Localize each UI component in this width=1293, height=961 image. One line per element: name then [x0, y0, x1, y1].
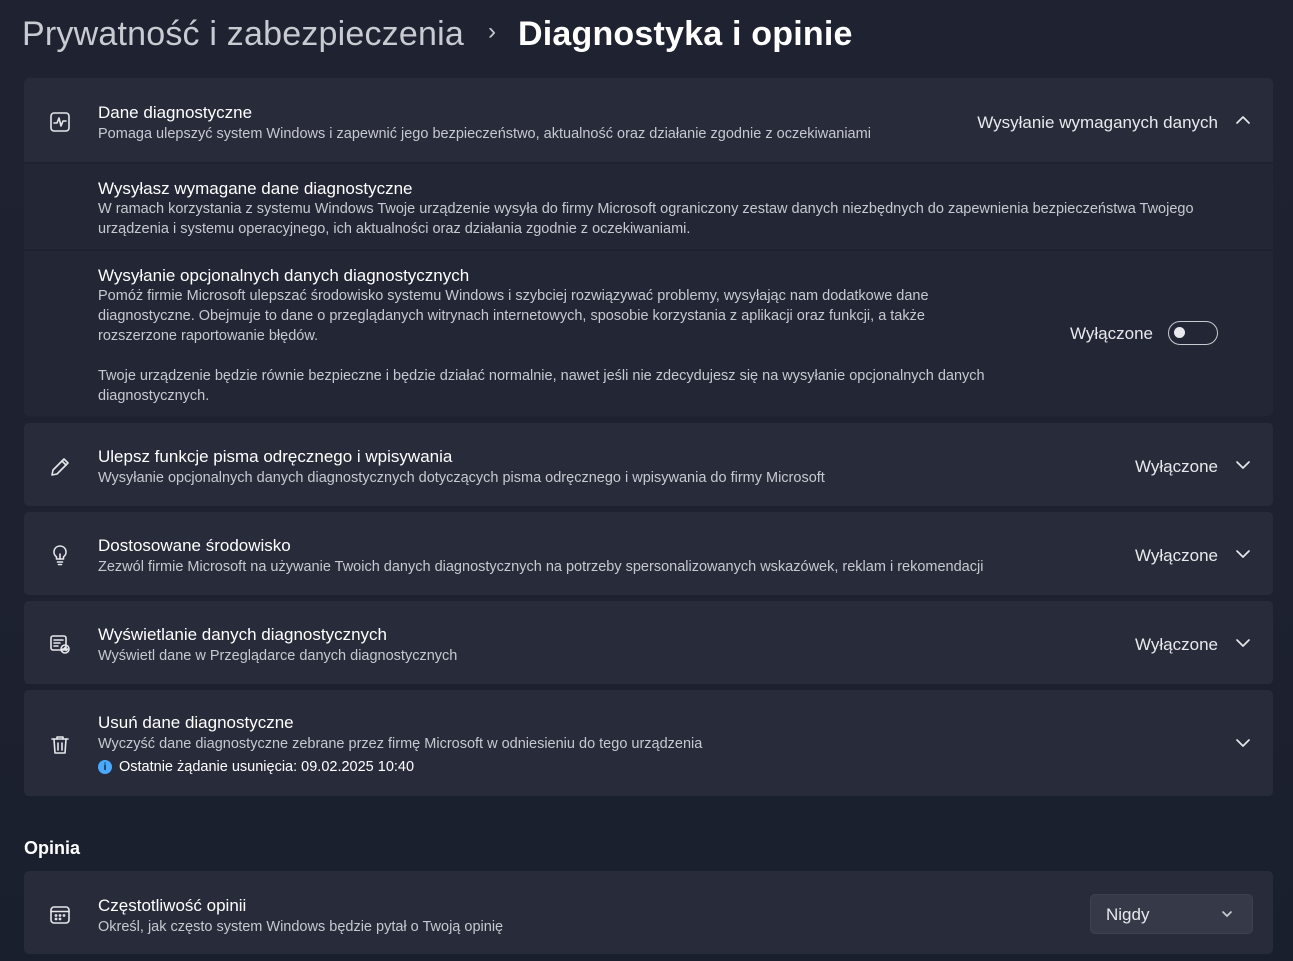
inking-typing-description: Wysyłanie opcjonalnych danych diagnostyc… [98, 470, 825, 486]
diagnostic-data-viewer-card[interactable]: Wyświetlanie danych diagnostycznych Wyśw… [24, 601, 1273, 684]
required-data-title: Wysyłasz wymagane dane diagnostyczne [98, 179, 413, 198]
feedback-frequency-dropdown[interactable]: Nigdy [1090, 894, 1253, 934]
tailored-experiences-value: Wyłączone [1135, 546, 1218, 565]
diagnostic-data-viewer-title: Wyświetlanie danych diagnostycznych [98, 625, 387, 644]
tailored-experiences-title: Dostosowane środowisko [98, 536, 291, 555]
last-delete-request-text: Ostatnie żądanie usunięcia: 09.02.2025 1… [119, 759, 415, 775]
inking-typing-card[interactable]: Ulepsz funkcje pisma odręcznego i wpisyw… [24, 423, 1273, 506]
delete-diagnostic-data-card[interactable]: Usuń dane diagnostyczne Wyczyść dane dia… [24, 690, 1273, 796]
feedback-frequency-card: Częstotliwość opinii Określ, jak często … [24, 871, 1273, 954]
breadcrumb-separator: › [487, 18, 496, 45]
page-title: Diagnostyka i opinie [517, 14, 853, 53]
optional-data-toggle[interactable] [1168, 321, 1218, 345]
diagnostics-pulse-icon [47, 109, 73, 135]
optional-data-toggle-label: Wyłączone [1070, 324, 1153, 343]
feedback-frequency-description: Określ, jak często system Windows będzie… [98, 919, 504, 935]
diagnostic-data-viewer-description: Wyświetl dane w Przeglądarce danych diag… [98, 648, 458, 664]
required-data-description: W ramach korzystania z systemu Windows T… [98, 201, 1194, 237]
optional-data-note: Twoje urządzenie będzie równie bezpieczn… [98, 368, 985, 404]
tailored-experiences-card[interactable]: Dostosowane środowisko Zezwól firmie Mic… [24, 512, 1273, 595]
info-icon: i [98, 760, 112, 774]
chevron-down-icon[interactable] [1235, 735, 1251, 751]
required-data-panel: Wysyłasz wymagane dane diagnostyczne W r… [24, 164, 1273, 249]
feedback-section-heading: Opinia [24, 838, 81, 858]
delete-diagnostic-data-description: Wyczyść dane diagnostyczne zebrane przez… [98, 736, 703, 752]
feedback-frequency-title: Częstotliwość opinii [98, 896, 247, 915]
diagnostic-data-title: Dane diagnostyczne [98, 103, 253, 122]
optional-data-panel: Wysyłanie opcjonalnych danych diagnostyc… [24, 251, 1273, 416]
diagnostic-data-description: Pomaga ulepszyć system Windows i zapewni… [98, 126, 871, 142]
inking-typing-title: Ulepsz funkcje pisma odręcznego i wpisyw… [98, 447, 453, 466]
chevron-down-icon [1220, 907, 1234, 921]
lightbulb-icon [47, 542, 73, 568]
diagnostic-data-value: Wysyłanie wymaganych danych [977, 113, 1218, 132]
delete-diagnostic-data-title: Usuń dane diagnostyczne [98, 713, 294, 732]
pen-icon [47, 454, 73, 480]
trash-icon [47, 732, 73, 758]
last-delete-request: i Ostatnie żądanie usunięcia: 09.02.2025… [98, 759, 414, 775]
chevron-down-icon[interactable] [1235, 635, 1251, 651]
breadcrumb-parent-link[interactable]: Prywatność i zabezpieczenia [22, 15, 464, 54]
diagnostic-data-viewer-value: Wyłączone [1135, 635, 1218, 654]
optional-data-title: Wysyłanie opcjonalnych danych diagnostyc… [98, 266, 470, 285]
chevron-down-icon[interactable] [1235, 457, 1251, 473]
tailored-experiences-description: Zezwól firmie Microsoft na używanie Twoi… [98, 559, 984, 575]
breadcrumb: Prywatność i zabezpieczenia › Diagnostyk… [22, 12, 853, 56]
inking-typing-value: Wyłączone [1135, 457, 1218, 476]
optional-data-description: Pomóż firmie Microsoft ulepszać środowis… [98, 288, 929, 344]
calendar-icon [47, 902, 73, 928]
chevron-down-icon[interactable] [1235, 546, 1251, 562]
diagnostic-data-card[interactable]: Dane diagnostyczne Pomaga ulepszyć syste… [24, 78, 1273, 162]
chevron-up-icon[interactable] [1235, 112, 1251, 128]
data-viewer-icon [47, 631, 73, 657]
feedback-frequency-selected: Nigdy [1106, 905, 1150, 924]
toggle-knob [1174, 327, 1185, 338]
